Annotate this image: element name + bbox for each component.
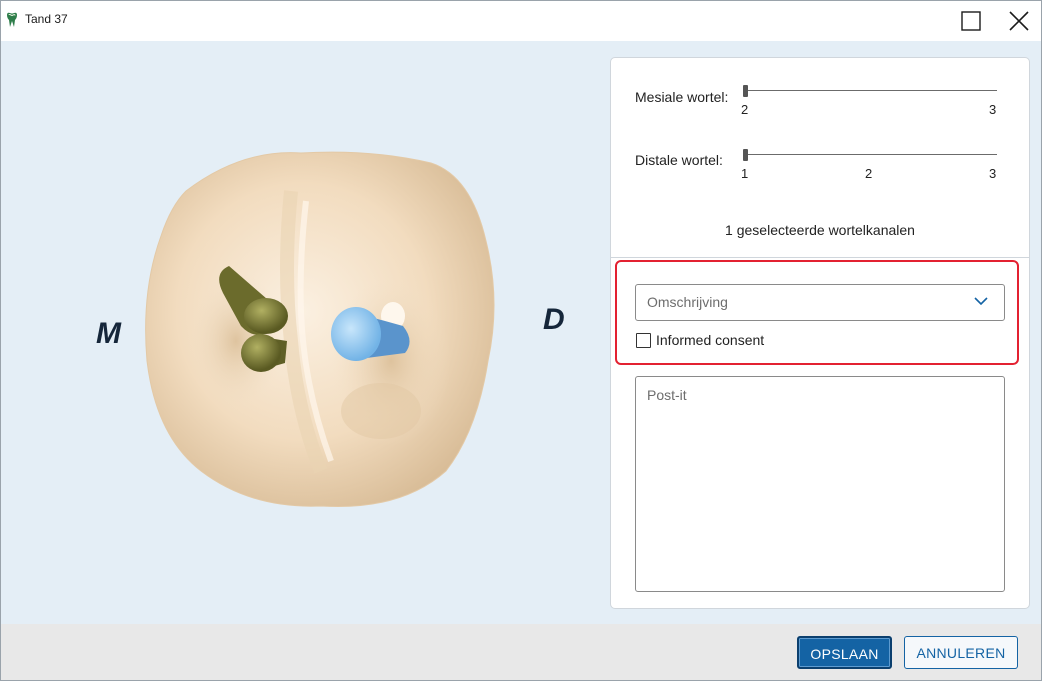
tooth-details-panel: Mesiale wortel: 2 3 Distale wortel: 1 2 …	[610, 57, 1030, 609]
distal-tick-3: 3	[989, 166, 997, 181]
dialog-footer: OPSLAAN ANNULEREN	[1, 624, 1041, 680]
dialog-window: Tand 37 M D Mesiale wortel: 2 3 Distale …	[0, 0, 1042, 681]
distal-tick-2: 2	[865, 166, 873, 181]
window-title: Tand 37	[25, 12, 68, 26]
selected-canals-count: 1 geselecteerde wortelkanalen	[725, 222, 915, 238]
mesial-tick-max: 3	[989, 102, 997, 117]
mesial-tick-min: 2	[741, 102, 749, 117]
mesial-root-label: Mesiale wortel:	[635, 89, 729, 105]
mesial-side-label: M	[96, 317, 121, 350]
description-placeholder: Omschrijving	[647, 294, 728, 310]
close-button[interactable]	[995, 1, 1041, 41]
postit-placeholder: Post-it	[647, 387, 687, 403]
informed-consent-checkbox[interactable]	[636, 333, 651, 348]
tooth-model[interactable]	[1, 41, 609, 624]
informed-consent-label[interactable]: Informed consent	[656, 332, 764, 348]
description-dropdown[interactable]: Omschrijving	[635, 284, 1005, 321]
save-button[interactable]: OPSLAAN	[797, 636, 892, 669]
mesial-slider-thumb[interactable]	[743, 85, 748, 97]
mesial-slider-track[interactable]	[745, 90, 997, 91]
distal-tick-1: 1	[741, 166, 749, 181]
distal-root-label: Distale wortel:	[635, 152, 723, 168]
close-icon	[1009, 11, 1029, 31]
tooth-3d-viewer[interactable]: M D	[1, 41, 609, 624]
maximize-icon	[961, 11, 981, 31]
title-bar: Tand 37	[1, 1, 1041, 41]
postit-textarea[interactable]: Post-it	[635, 376, 1005, 592]
distal-slider-thumb[interactable]	[743, 149, 748, 161]
panel-divider	[611, 257, 1029, 258]
maximize-button[interactable]	[947, 1, 993, 41]
distal-slider-track[interactable]	[745, 154, 997, 155]
cancel-button[interactable]: ANNULEREN	[904, 636, 1018, 669]
distal-side-label: D	[543, 303, 565, 336]
tooth-app-icon	[7, 12, 17, 27]
chevron-down-icon	[974, 297, 988, 306]
